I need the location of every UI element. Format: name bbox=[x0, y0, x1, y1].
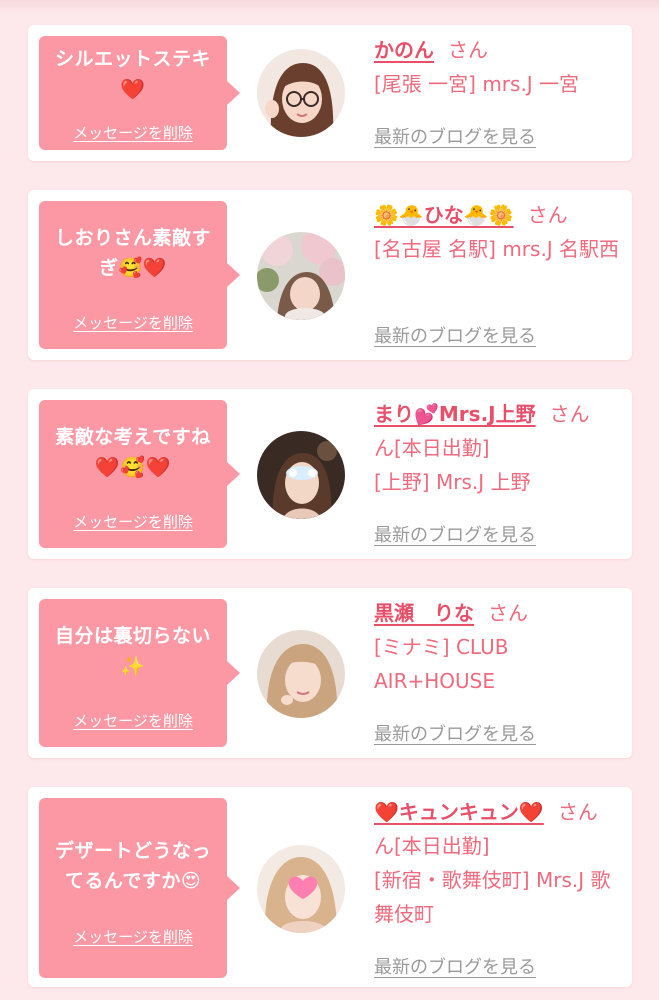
honorific: さん bbox=[557, 800, 598, 824]
message-text: 自分は裏切らない ✨ bbox=[47, 621, 219, 681]
heart-eyes-emoji-icon: 😍 bbox=[180, 870, 202, 892]
message-line: デザートどうなっ bbox=[54, 840, 211, 862]
message-card: デザートどうなっ てるんですか😍 メッセージを削除 ❤️キュンキュン❤️ さんん[… bbox=[28, 787, 632, 987]
honorific: さん bbox=[549, 402, 590, 426]
message-bubble: 素敵な考えですね ❤️🥰❤️ メッセージを削除 bbox=[39, 400, 240, 548]
cast-location: [ミナミ] CLUB AIR+HOUSE bbox=[374, 635, 509, 693]
hearts-emoji-icon: ❤️🥰❤️ bbox=[94, 455, 172, 479]
message-text: シルエットステキ ❤️ bbox=[47, 44, 219, 104]
message-line: しおりさん素敵す bbox=[54, 227, 211, 249]
cast-info: まり💕Mrs.J上野 さんん[本日出勤] [上野] Mrs.J 上野 最新のブログ… bbox=[374, 397, 624, 546]
latest-blog-link[interactable]: 最新のブログを見る bbox=[374, 322, 536, 348]
top-strip bbox=[0, 0, 659, 14]
message-line: てるんですか bbox=[64, 870, 181, 892]
message-text: デザートどうなっ てるんですか😍 bbox=[47, 836, 219, 896]
message-bubble: しおりさん素敵す ぎ🥰❤️ メッセージを削除 bbox=[39, 201, 240, 349]
cast-info: ❤️キュンキュン❤️ さんん[本日出勤] [新宿・歌舞伎町] Mrs.J 歌舞伎町… bbox=[374, 795, 624, 978]
message-line: 自分は裏切らない bbox=[54, 625, 211, 647]
cast-location: [尾張 一宮] mrs.J 一宮 bbox=[374, 72, 580, 96]
cast-name-link[interactable]: まり💕Mrs.J上野 bbox=[374, 402, 536, 426]
cast-name-link[interactable]: かのん bbox=[374, 38, 434, 62]
delete-message-link[interactable]: メッセージを削除 bbox=[39, 926, 227, 947]
honorific: さん bbox=[488, 601, 528, 625]
cast-info: 黒瀬 りな さん [ミナミ] CLUB AIR+HOUSE 最新のブログを見る bbox=[374, 596, 624, 745]
work-status: ん[本日出勤] bbox=[374, 436, 490, 460]
cast-info: 🌼🐣ひな🐣🌼 さん [名古屋 名駅] mrs.J 名駅西 最新のブログを見る bbox=[374, 198, 624, 347]
latest-blog-link[interactable]: 最新のブログを見る bbox=[374, 953, 536, 979]
name-line: かのん さん bbox=[374, 33, 624, 67]
message-bubble: シルエットステキ ❤️ メッセージを削除 bbox=[39, 36, 240, 150]
work-status: ん[本日出勤] bbox=[374, 834, 490, 858]
cast-name-link[interactable]: ❤️キュンキュン❤️ bbox=[374, 800, 544, 824]
avatar[interactable] bbox=[257, 431, 345, 519]
message-card: 素敵な考えですね ❤️🥰❤️ メッセージを削除 まり💕Mrs.J上野 さんん[本日… bbox=[28, 389, 632, 559]
message-line: 素敵な考えですね bbox=[55, 426, 211, 448]
message-bubble: デザートどうなっ てるんですか😍 メッセージを削除 bbox=[39, 798, 240, 978]
message-line: ぎ bbox=[99, 257, 119, 279]
delete-message-link[interactable]: メッセージを削除 bbox=[39, 710, 227, 731]
honorific: さん bbox=[448, 38, 488, 62]
message-bubble: 自分は裏切らない ✨ メッセージを削除 bbox=[39, 599, 240, 747]
cast-location: [新宿・歌舞伎町] Mrs.J 歌舞伎町 bbox=[374, 868, 611, 926]
smiling-hearts-emoji-icon: 🥰❤️ bbox=[118, 257, 167, 279]
sparkles-emoji-icon: ✨ bbox=[120, 654, 146, 678]
honorific: さん bbox=[527, 203, 568, 227]
avatar[interactable] bbox=[257, 845, 345, 933]
cast-location: [上野] Mrs.J 上野 bbox=[374, 470, 531, 494]
avatar[interactable] bbox=[257, 630, 345, 718]
avatar[interactable] bbox=[257, 49, 345, 137]
latest-blog-link[interactable]: 最新のブログを見る bbox=[374, 521, 536, 547]
heart-emoji-icon: ❤️ bbox=[120, 77, 146, 101]
message-line: シルエットステキ bbox=[54, 48, 211, 70]
avatar[interactable] bbox=[257, 232, 345, 320]
message-text: 素敵な考えですね ❤️🥰❤️ bbox=[47, 422, 219, 482]
latest-blog-link[interactable]: 最新のブログを見る bbox=[374, 123, 536, 149]
cast-name-link[interactable]: 🌼🐣ひな🐣🌼 bbox=[374, 203, 514, 227]
cast-location: [名古屋 名駅] mrs.J 名駅西 bbox=[374, 237, 620, 261]
delete-message-link[interactable]: メッセージを削除 bbox=[39, 312, 227, 333]
name-line: 黒瀬 りな さん bbox=[374, 596, 624, 630]
name-line: 🌼🐣ひな🐣🌼 さん bbox=[374, 198, 624, 232]
message-text: しおりさん素敵す ぎ🥰❤️ bbox=[47, 223, 219, 283]
name-line: ❤️キュンキュン❤️ さんん[本日出勤] bbox=[374, 795, 624, 863]
message-card: シルエットステキ ❤️ メッセージを削除 かのん さん [尾張 一宮] mrs.J… bbox=[28, 25, 632, 161]
message-card: しおりさん素敵す ぎ🥰❤️ メッセージを削除 🌼🐣ひな🐣🌼 さん [名古屋 名駅]… bbox=[28, 190, 632, 360]
name-line: まり💕Mrs.J上野 さんん[本日出勤] bbox=[374, 397, 624, 465]
cast-name-link[interactable]: 黒瀬 りな bbox=[374, 601, 474, 625]
latest-blog-link[interactable]: 最新のブログを見る bbox=[374, 720, 536, 746]
delete-message-link[interactable]: メッセージを削除 bbox=[39, 511, 227, 532]
delete-message-link[interactable]: メッセージを削除 bbox=[39, 122, 227, 143]
cast-info: かのん さん [尾張 一宮] mrs.J 一宮 最新のブログを見る bbox=[374, 33, 624, 148]
message-card: 自分は裏切らない ✨ メッセージを削除 黒瀬 りな さん [ミナミ] CLUB A… bbox=[28, 588, 632, 758]
